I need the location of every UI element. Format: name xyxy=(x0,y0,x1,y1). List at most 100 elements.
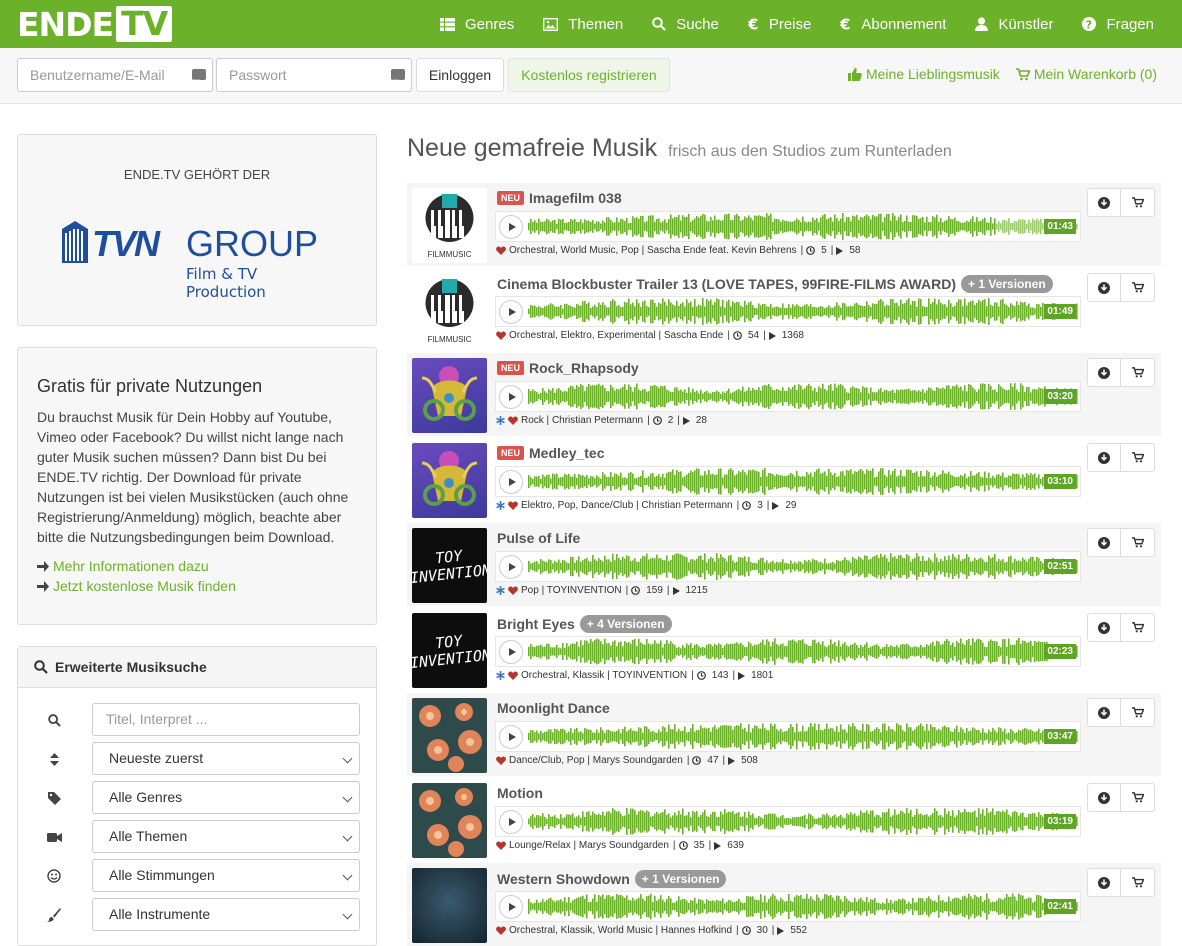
track-cover[interactable] xyxy=(412,868,487,943)
nav-themen[interactable]: Themen xyxy=(543,16,623,33)
download-button[interactable] xyxy=(1087,358,1121,387)
track-cover[interactable]: TOY INVENTION xyxy=(412,528,487,603)
play-button[interactable] xyxy=(499,895,523,919)
waveform[interactable] xyxy=(528,213,1078,240)
play-button[interactable] xyxy=(499,215,523,239)
versions-badge[interactable]: + 4 Versionen xyxy=(579,615,672,633)
download-count-icon xyxy=(678,841,688,850)
nav-preise[interactable]: € Preise xyxy=(748,16,812,33)
download-button[interactable] xyxy=(1087,443,1121,472)
heart-icon xyxy=(508,501,518,510)
play-button[interactable] xyxy=(499,640,523,664)
instruments-select[interactable]: Alle Instrumente xyxy=(92,898,360,931)
versions-badge[interactable]: + 1 Versionen xyxy=(961,275,1053,293)
download-button[interactable] xyxy=(1087,783,1121,812)
download-button[interactable] xyxy=(1087,528,1121,557)
find-free-music-link[interactable]: Jetzt kostenlose Musik finden xyxy=(37,578,236,594)
track-cover[interactable]: FILMMUSIC xyxy=(412,273,487,348)
add-to-cart-button[interactable] xyxy=(1121,868,1155,897)
logo[interactable]: ENDE TV xyxy=(17,5,173,44)
advanced-search-header: Erweiterte Musiksuche xyxy=(18,647,376,688)
genres-select[interactable]: Alle Genres xyxy=(92,781,360,814)
add-to-cart-button[interactable] xyxy=(1121,528,1155,557)
moods-select[interactable]: Alle Stimmungen xyxy=(92,859,360,892)
more-info-link[interactable]: Mehr Informationen dazu xyxy=(37,558,209,574)
waveform[interactable] xyxy=(528,808,1078,835)
play-count-icon xyxy=(672,586,680,595)
username-input[interactable]: Benutzername/E-Mail xyxy=(17,58,213,97)
nav-genres[interactable]: Genres xyxy=(440,16,514,33)
download-button[interactable] xyxy=(1087,698,1121,727)
nav-künstler[interactable]: Künstler xyxy=(975,16,1053,33)
waveform[interactable] xyxy=(528,893,1078,920)
track-tags: Pop | TOYINVENTION xyxy=(521,585,622,596)
track-title[interactable]: Western Showdown xyxy=(497,871,630,887)
track-title[interactable]: Pulse of Life xyxy=(497,530,580,546)
music-search-input[interactable]: Titel, Interpret ... xyxy=(92,703,360,736)
nav-suche[interactable]: Suche xyxy=(652,16,719,33)
cart-link[interactable]: Mein Warenkorb (0) xyxy=(1015,66,1157,82)
track-title[interactable]: Cinema Blockbuster Trailer 13 (LOVE TAPE… xyxy=(497,276,956,292)
track-title[interactable]: Imagefilm 038 xyxy=(529,190,622,206)
add-to-cart-button[interactable] xyxy=(1121,783,1155,812)
search-row-sort: Neueste zuerst xyxy=(18,742,376,776)
download-button[interactable] xyxy=(1087,273,1121,302)
tvn-group-logo[interactable]: TVN GROUP Film & TV Production xyxy=(60,219,340,301)
versions-badge[interactable]: + 1 Versionen xyxy=(634,870,727,888)
track-meta: Dance/Club, Pop | Marys Soundgarden | 47 |… xyxy=(496,755,758,766)
download-button[interactable] xyxy=(1087,868,1121,897)
track-likes: 143 xyxy=(711,670,729,681)
track-cover[interactable] xyxy=(412,443,487,518)
track-cover[interactable] xyxy=(412,783,487,858)
download-button[interactable] xyxy=(1087,188,1121,217)
sort-select[interactable]: Neueste zuerst xyxy=(92,742,360,775)
download-icon xyxy=(1098,706,1110,719)
download-icon xyxy=(1098,536,1110,549)
register-button[interactable]: Kostenlos registrieren xyxy=(508,58,670,92)
waveform[interactable] xyxy=(528,383,1078,410)
download-button[interactable] xyxy=(1087,613,1121,642)
themes-select[interactable]: Alle Themen xyxy=(92,820,360,853)
login-button[interactable]: Einloggen xyxy=(416,58,504,92)
nav-label: Themen xyxy=(568,15,624,33)
track-cover[interactable]: TOY INVENTION xyxy=(412,613,487,688)
play-button[interactable] xyxy=(499,555,523,579)
track-likes: 35 xyxy=(693,840,705,851)
add-to-cart-button[interactable] xyxy=(1121,443,1155,472)
track-meta: Orchestral, Klassik, World Music | Hanne… xyxy=(496,925,807,936)
password-input[interactable]: Passwort xyxy=(216,58,412,97)
waveform[interactable] xyxy=(528,553,1078,580)
add-to-cart-button[interactable] xyxy=(1121,188,1155,217)
play-button[interactable] xyxy=(499,385,523,409)
track-cover[interactable] xyxy=(412,358,487,433)
track-title[interactable]: Moonlight Dance xyxy=(497,700,610,716)
track-title[interactable]: Motion xyxy=(497,785,543,801)
nav-fragen[interactable]: ? Fragen xyxy=(1082,16,1154,33)
track-title[interactable]: Bright Eyes xyxy=(497,616,575,632)
waveform[interactable] xyxy=(528,468,1078,495)
nav-abonnement[interactable]: € Abonnement xyxy=(840,16,946,33)
track-row: Moonlight Dance 03:47 Dance/Club, Pop | Ma… xyxy=(407,693,1161,776)
search-row-genres: Alle Genres xyxy=(18,781,376,815)
favorites-link[interactable]: Meine Lieblingsmusik xyxy=(847,66,1000,82)
add-to-cart-button[interactable] xyxy=(1121,358,1155,387)
play-button[interactable] xyxy=(499,810,523,834)
track-cover[interactable]: FILMMUSIC xyxy=(412,188,487,263)
add-to-cart-button[interactable] xyxy=(1121,613,1155,642)
track-meta: Pop | TOYINVENTION | 159 | 1215 xyxy=(496,585,708,596)
search-row-moods: Alle Stimmungen xyxy=(18,859,376,893)
waveform[interactable] xyxy=(528,298,1078,325)
play-button[interactable] xyxy=(499,300,523,324)
play-button[interactable] xyxy=(499,470,523,494)
track-title[interactable]: Rock_Rhapsody xyxy=(529,360,639,376)
track-title[interactable]: Medley_tec xyxy=(529,445,604,461)
page-subtitle: frisch aus den Studios zum Runterladen xyxy=(668,143,952,160)
waveform[interactable] xyxy=(528,723,1078,750)
waveform[interactable] xyxy=(528,638,1078,665)
play-button[interactable] xyxy=(499,725,523,749)
header-links: Meine Lieblingsmusik Mein Warenkorb (0) xyxy=(832,66,1157,82)
add-to-cart-button[interactable] xyxy=(1121,698,1155,727)
track-cover[interactable] xyxy=(412,698,487,773)
add-to-cart-button[interactable] xyxy=(1121,273,1155,302)
new-badge: NEU xyxy=(497,361,525,375)
